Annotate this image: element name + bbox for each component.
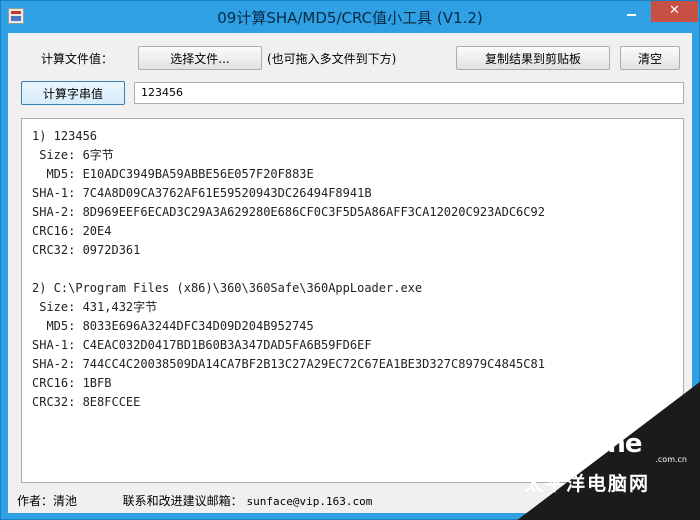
close-button[interactable]: ✕ [651,1,698,22]
result-sha2: SHA-2: 8D969EEF6ECAD3C29A3A629280E686CF0… [32,205,545,219]
watermark-text: 太平洋电脑网 [524,473,651,495]
status-bar: 作者：清池 联系和改进建议邮箱： sunface@vip.163.com [17,492,372,509]
result-crc32: CRC32: 0972D361 [32,243,141,257]
minimize-button[interactable] [618,1,645,22]
result-sha1: SHA-1: C4EAC032D0417BD1B60B3A347DAD5FA6B… [32,338,372,352]
choose-file-button[interactable]: 选择文件... [138,46,262,70]
window-title: 09计算SHA/MD5/CRC值小工具 (V1.2) [217,9,483,27]
result-header: 1) 123456 [32,129,98,143]
author-label: 作者：清池 [17,494,78,508]
result-sha1: SHA-1: 7C4A8D09CA3762AF61E59520943DC2649… [32,186,372,200]
file-label: 计算文件值： [41,52,114,66]
title-bar[interactable]: 09计算SHA/MD5/CRC值小工具 (V1.2) ✕ [1,1,699,33]
watermark-url: .com.cn [655,455,687,464]
drop-hint: (也可拖入多文件到下方) [267,52,397,66]
minimize-icon [627,14,636,16]
result-md5: MD5: 8033E696A3244DFC34D09D204B952745 [32,319,314,333]
result-md5: MD5: E10ADC3949BA59ABBE56E057F20F883E [32,167,314,181]
result-sha2: SHA-2: 744CC4C20038509DA14CA7BF2B13C27A2… [32,357,545,371]
watermark: PConline .com.cn 太平洋电脑网 [516,381,700,520]
copy-to-clipboard-button[interactable]: 复制结果到剪贴板 [456,46,610,70]
result-crc16: CRC16: 20E4 [32,224,112,238]
watermark-logo: PConline [521,429,642,459]
close-icon: ✕ [669,3,680,18]
string-input[interactable]: 123456 [134,82,684,104]
contact-email: sunface@vip.163.com [246,495,373,508]
result-size: Size: 6字节 [32,148,114,162]
calc-string-button[interactable]: 计算字串值 [21,81,125,105]
app-window: 09计算SHA/MD5/CRC值小工具 (V1.2) ✕ 计算文件值： 选择文件… [0,0,700,520]
result-size: Size: 431,432字节 [32,300,158,314]
clear-button[interactable]: 清空 [620,46,680,70]
result-header: 2) C:\Program Files (x86)\360\360Safe\36… [32,281,423,295]
contact-label: 联系和改进建议邮箱： [122,494,243,508]
